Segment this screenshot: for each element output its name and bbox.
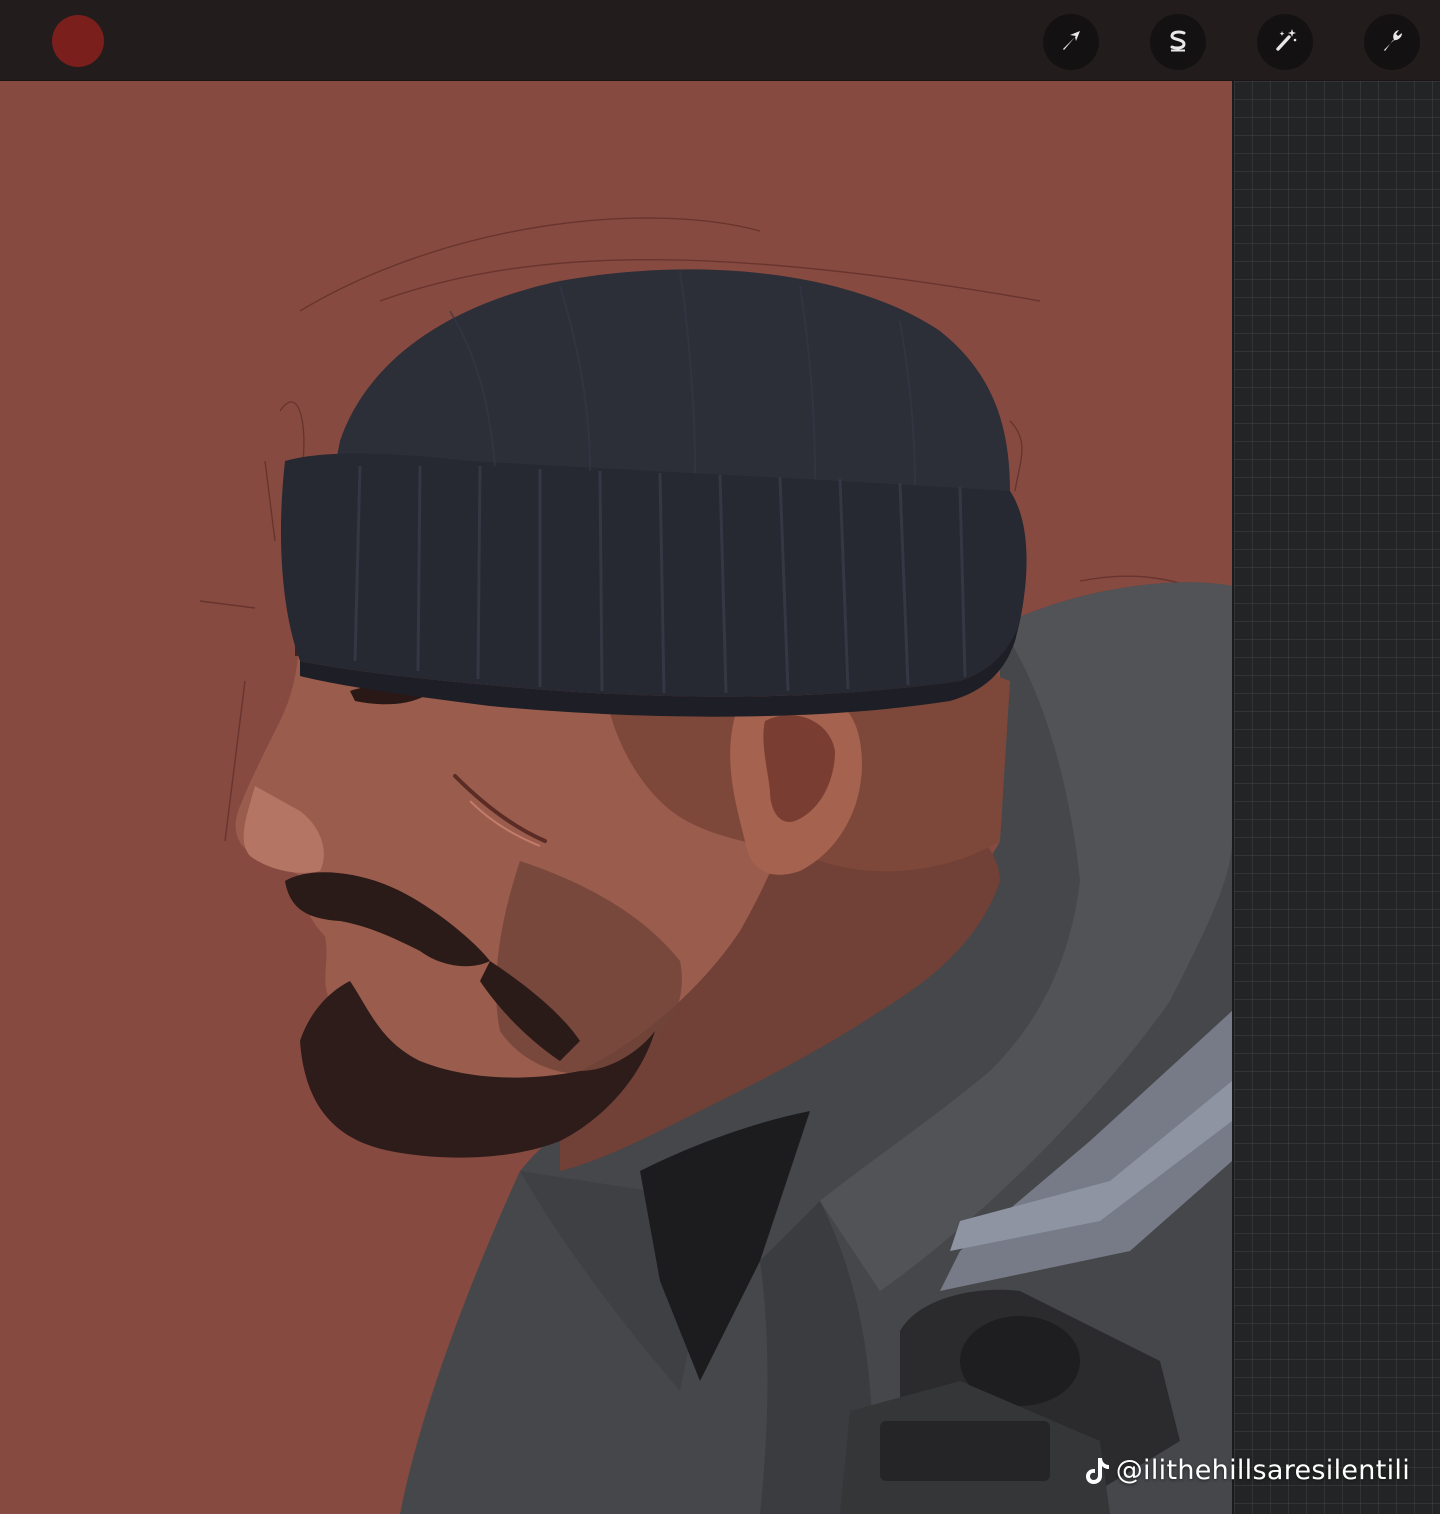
watermark-handle: @ilithehillsaresilentili: [1115, 1454, 1410, 1486]
drawing-canvas[interactable]: [0, 81, 1232, 1514]
actions-button[interactable]: [1364, 14, 1420, 70]
top-toolbar: [0, 0, 1440, 81]
tiktok-note-icon: [1084, 1455, 1110, 1485]
transform-button[interactable]: [1043, 14, 1099, 70]
wrench-icon: [1377, 25, 1407, 59]
portrait-painting: [199, 217, 1232, 1514]
beanie: [280, 269, 1027, 717]
adjustments-button[interactable]: [1257, 14, 1313, 70]
tiktok-watermark: @ilithehillsaresilentili: [1084, 1450, 1410, 1490]
procreate-app: @ilithehillsaresilentili: [0, 0, 1440, 1514]
magic-wand-icon: [1270, 25, 1300, 59]
selection-button[interactable]: [1150, 14, 1206, 70]
arrow-cursor-icon: [1056, 25, 1086, 59]
current-color-swatch[interactable]: [52, 15, 104, 67]
selection-s-icon: [1163, 25, 1193, 59]
layers-grid-panel: [1232, 81, 1440, 1514]
